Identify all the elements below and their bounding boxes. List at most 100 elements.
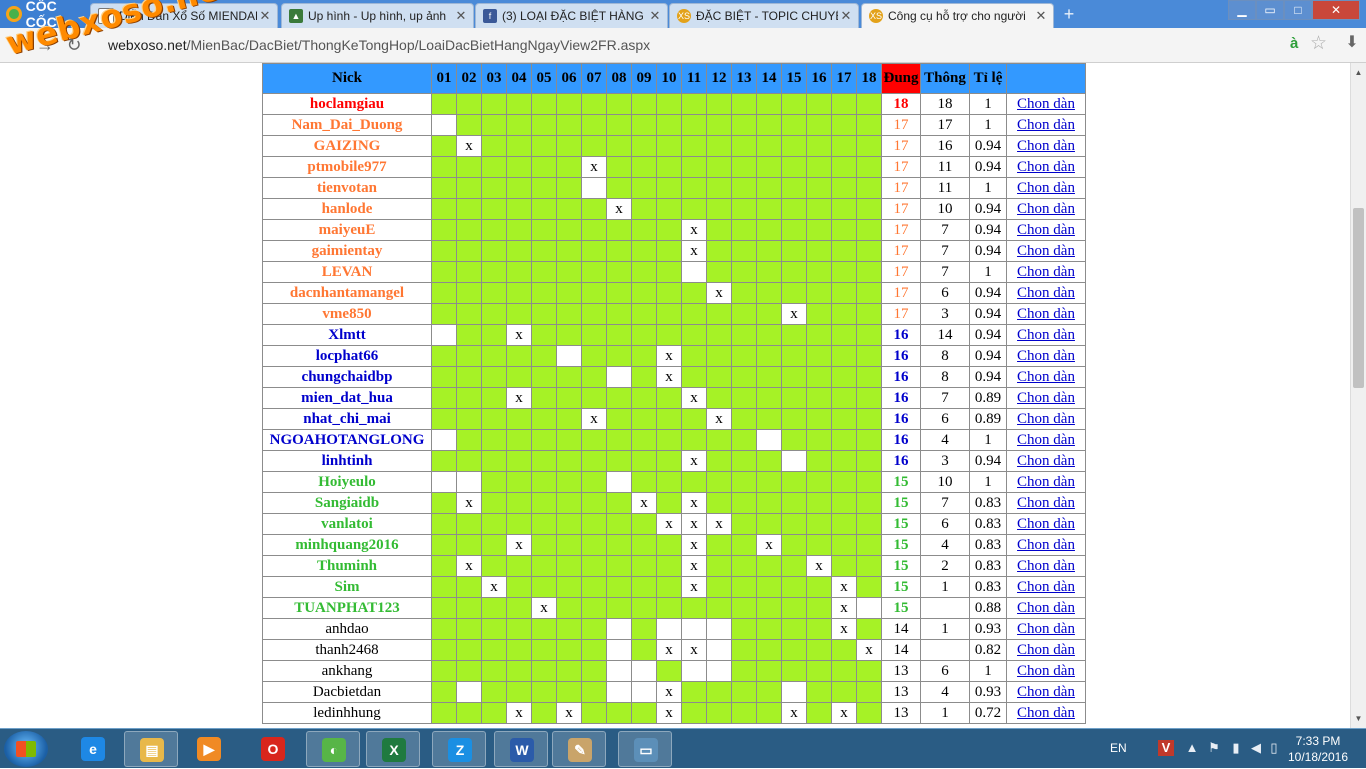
maximize-icon[interactable]: □ [1284,0,1312,20]
hit-cell [631,408,657,430]
flag-icon[interactable]: ⚑ [1206,740,1222,756]
chon-dan-link[interactable]: Chon dàn [1017,348,1075,364]
taskbar-app-button[interactable]: ▭ [618,731,672,767]
tab-facebook[interactable]: f (3) LOẠI ĐẶC BIỆT HÀNG N ✕ [475,3,668,28]
chon-dan-link[interactable]: Chon dàn [1017,285,1075,301]
start-button[interactable] [4,731,48,767]
tab-uphinh[interactable]: ▲ Up hình - Up hình, up ảnh ✕ [281,3,474,28]
chon-dan-link[interactable]: Chon dàn [1017,243,1075,259]
vertical-scrollbar[interactable]: ▲ ▼ [1350,63,1366,728]
network-icon[interactable]: ▮ [1228,740,1244,756]
tab-dacbiet-topic[interactable]: XS ĐẶC BIỆT - TOPIC CHUYÊN ✕ [669,3,859,28]
language-indicator[interactable]: EN [1110,741,1127,755]
close-icon[interactable]: ✕ [453,8,469,24]
taskbar-app-button[interactable]: ▤ [124,731,178,767]
hit-cell [681,282,707,304]
header-nick: Nick [262,63,432,94]
chon-dan-link[interactable]: Chon dàn [1017,579,1075,595]
taskbar-app-button[interactable]: O [246,731,300,767]
thong-cell: 11 [920,156,970,178]
chon-dan-link[interactable]: Chon dàn [1017,201,1075,217]
clock[interactable]: 7:33 PM 10/18/2016 [1286,733,1350,765]
chon-dan-link[interactable]: Chon dàn [1017,558,1075,574]
chon-dan-link[interactable]: Chon dàn [1017,495,1075,511]
chon-dan-link[interactable]: Chon dàn [1017,159,1075,175]
vpn-icon[interactable]: V [1158,740,1174,756]
chon-dan-link[interactable]: Chon dàn [1017,390,1075,406]
show-hidden-icon[interactable]: ▲ [1184,740,1200,756]
minimize-icon[interactable]: ▁ [1228,0,1256,20]
tile-cell: 0.94 [969,282,1007,304]
table-row: ledinhhung x x x x x 13 1 0.72 Chon dàn [262,702,1086,724]
taskbar-app-button[interactable]: ✎ [552,731,606,767]
hit-cell [631,177,657,199]
chon-dan-link[interactable]: Chon dàn [1017,663,1075,679]
chon-dan-link[interactable]: Chon dàn [1017,537,1075,553]
hit-cell [531,240,557,262]
extension-icon[interactable]: à [1290,36,1306,52]
taskbar-app-button[interactable]: X [366,731,420,767]
hit-cell [431,534,457,556]
hit-cell [681,429,707,451]
scroll-thumb[interactable] [1353,208,1364,388]
new-tab-icon[interactable]: + [1058,5,1080,23]
taskbar-app-button[interactable]: e [66,731,120,767]
hit-cell [856,282,882,304]
taskbar-app-button[interactable]: ▶ [182,731,236,767]
chon-dan-link[interactable]: Chon dàn [1017,138,1075,154]
hit-cell [781,345,807,367]
taskbar-app-button[interactable]: W [494,731,548,767]
chon-dan-link[interactable]: Chon dàn [1017,453,1075,469]
tab-congcu[interactable]: XS Công cụ hỗ trợ cho người ✕ [861,3,1054,28]
opera-icon: O [261,737,285,761]
hit-cell [556,534,582,556]
chon-dan-link[interactable]: Chon dàn [1017,96,1075,112]
close-icon[interactable]: ✕ [647,8,663,24]
taskbar-app-button[interactable]: Z [432,731,486,767]
hit-cell [756,639,782,661]
close-icon[interactable]: ✕ [257,8,273,24]
close-icon[interactable]: ✕ [1033,8,1049,24]
chon-dan-link[interactable]: Chon dàn [1017,432,1075,448]
chon-dan-link[interactable]: Chon dàn [1017,642,1075,658]
chon-dan-link[interactable]: Chon dàn [1017,621,1075,637]
chon-dan-link[interactable]: Chon dàn [1017,222,1075,238]
chon-dan-link[interactable]: Chon dàn [1017,516,1075,532]
volume-icon[interactable]: ◀ [1248,740,1264,756]
chon-dan-link[interactable]: Chon dàn [1017,474,1075,490]
battery-icon[interactable]: ▯ [1266,740,1282,756]
table-row: nhat_chi_mai x x 16 6 0.89 Chon dàn [262,408,1086,430]
hit-cell [731,345,757,367]
hit-cell [456,156,482,178]
chon-dan-link[interactable]: Chon dàn [1017,684,1075,700]
chon-dan-link[interactable]: Chon dàn [1017,705,1075,721]
url-field[interactable]: webxoso.net/MienBac/DacBiet/ThongKeTongH… [96,33,1276,57]
hit-cell [606,576,632,598]
hit-cell [556,618,582,640]
hit-cell [581,555,607,577]
hit-cell [531,93,557,115]
action-cell: Chon dàn [1006,219,1086,241]
table-row: Hoiyeulo 15 10 1 Chon dàn [262,471,1086,493]
chon-dan-link[interactable]: Chon dàn [1017,117,1075,133]
chon-dan-link[interactable]: Chon dàn [1017,327,1075,343]
chon-dan-link[interactable]: Chon dàn [1017,264,1075,280]
restore-icon[interactable]: ▭ [1256,0,1284,20]
hit-cell [856,492,882,514]
hit-cell [856,429,882,451]
bookmark-star-icon[interactable]: ☆ [1310,34,1330,54]
hit-cell [456,660,482,682]
menu-icon[interactable]: ⬇ [1344,35,1360,51]
chon-dan-link[interactable]: Chon dàn [1017,600,1075,616]
scroll-down-icon[interactable]: ▼ [1351,711,1366,726]
window-close-icon[interactable]: ✕ [1312,0,1360,20]
chon-dan-link[interactable]: Chon dàn [1017,180,1075,196]
empty-cell [456,471,482,493]
chon-dan-link[interactable]: Chon dàn [1017,369,1075,385]
chon-dan-link[interactable]: Chon dàn [1017,306,1075,322]
taskbar-app-button[interactable]: ◐ [306,731,360,767]
chon-dan-link[interactable]: Chon dàn [1017,411,1075,427]
scroll-up-icon[interactable]: ▲ [1351,65,1366,80]
tile-cell: 0.94 [969,324,1007,346]
close-icon[interactable]: ✕ [838,8,854,24]
